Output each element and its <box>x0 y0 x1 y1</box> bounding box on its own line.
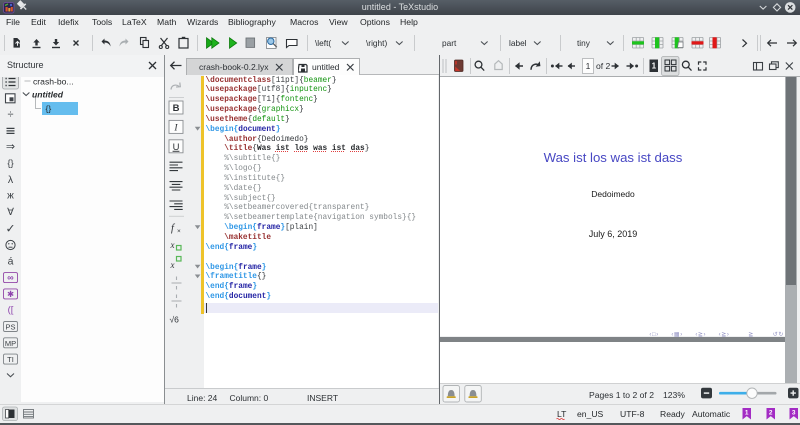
svg-text:{}: {} <box>46 104 52 114</box>
svg-text:λ: λ <box>8 174 14 186</box>
svg-text:×: × <box>177 228 181 235</box>
svg-text:∀: ∀ <box>7 207 14 218</box>
svg-text:MP: MP <box>5 339 16 348</box>
svg-text:TI: TI <box>7 355 14 364</box>
svg-text:untitled: untitled <box>32 90 64 100</box>
svg-text:3: 3 <box>792 410 796 417</box>
svg-text:÷: ÷ <box>7 109 13 121</box>
svg-text:ж: ж <box>7 191 14 202</box>
svg-text:∞: ∞ <box>7 273 14 283</box>
svg-text:crash-bo...: crash-bo... <box>33 77 74 87</box>
svg-text:{}: {} <box>7 158 13 169</box>
svg-text:✓: ✓ <box>5 222 15 236</box>
svg-text:á: á <box>8 255 14 267</box>
svg-text:([: ([ <box>8 305 14 316</box>
svg-text:PS: PS <box>5 323 15 332</box>
svg-text:x: x <box>170 240 175 250</box>
svg-text:U: U <box>173 142 180 153</box>
svg-text:B: B <box>173 103 180 114</box>
svg-text:2: 2 <box>769 410 773 417</box>
svg-text:⇒: ⇒ <box>6 141 15 153</box>
svg-text:✱: ✱ <box>7 289 14 299</box>
svg-text:1: 1 <box>586 61 591 71</box>
svg-text:f: f <box>171 223 176 234</box>
svg-text:1: 1 <box>652 62 657 71</box>
svg-text:1: 1 <box>745 410 749 417</box>
svg-text:x: x <box>170 260 175 270</box>
svg-text:√6: √6 <box>170 315 180 325</box>
